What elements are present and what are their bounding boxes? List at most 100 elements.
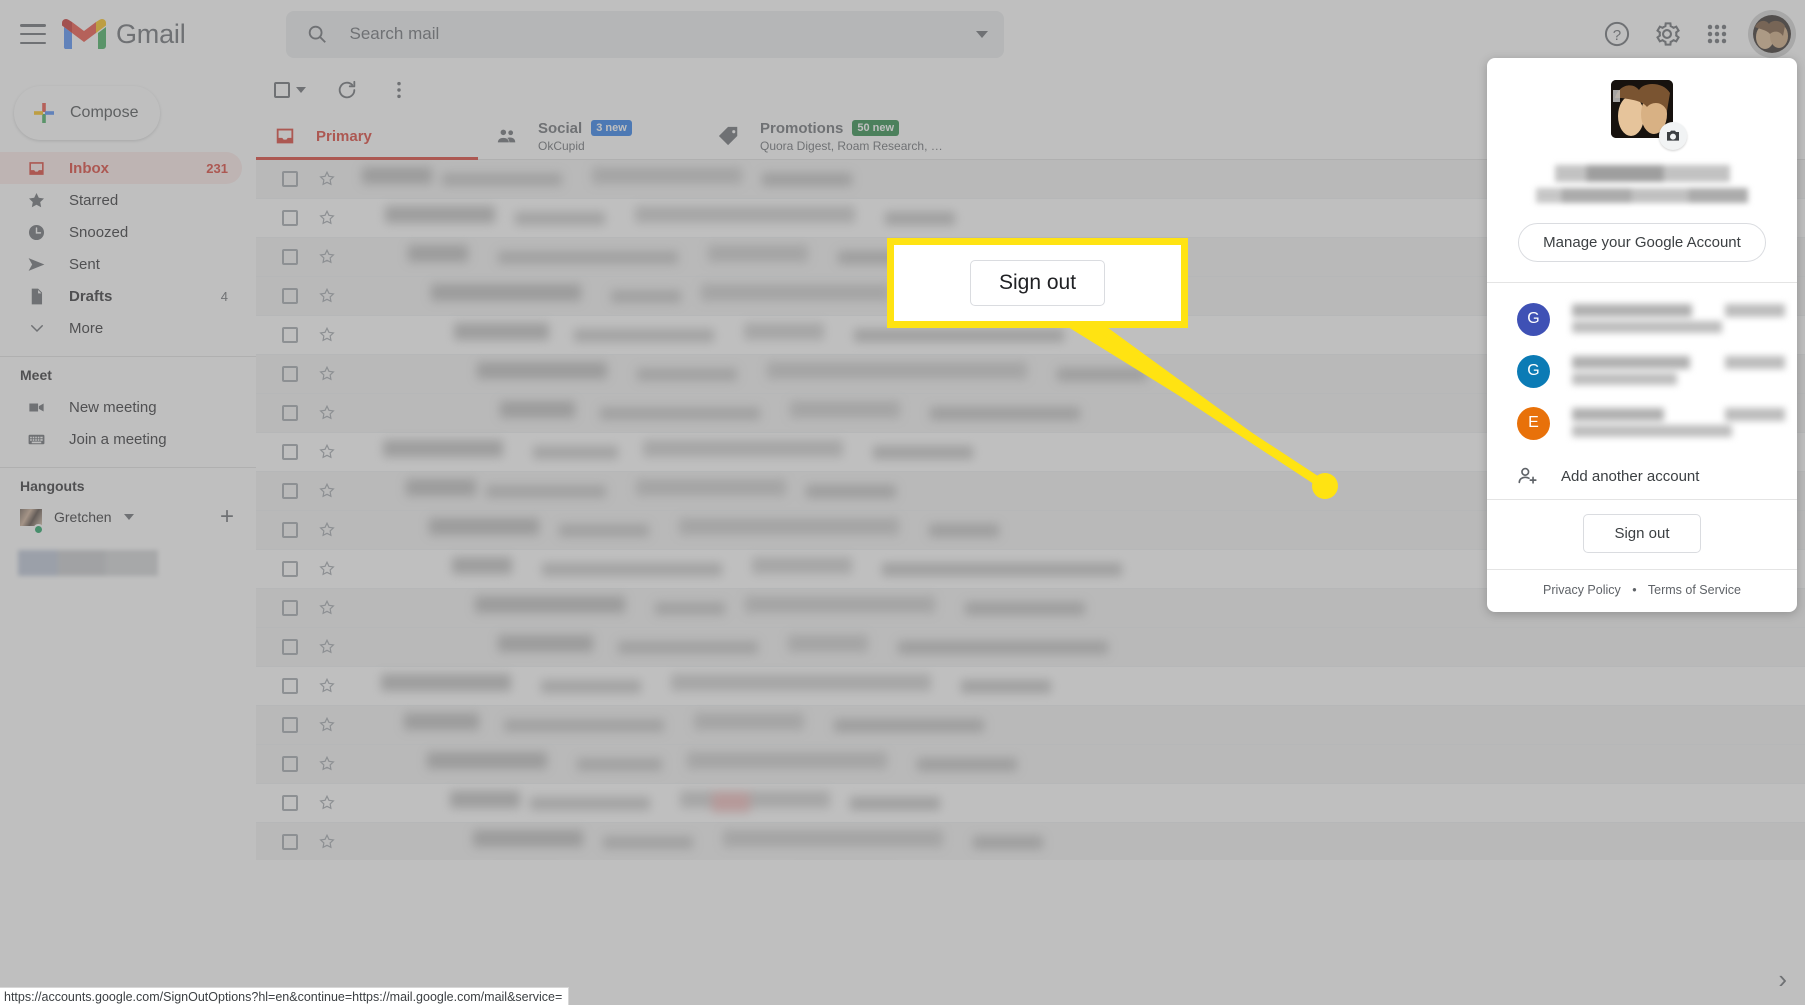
sidebar-divider-1 [0,356,256,357]
row-checkbox[interactable] [282,483,298,499]
gear-icon[interactable] [1653,20,1681,48]
manage-google-account-button[interactable]: Manage your Google Account [1518,223,1766,262]
table-row[interactable] [256,784,1805,823]
row-checkbox[interactable] [282,405,298,421]
account-row[interactable]: G [1487,293,1797,345]
row-checkbox[interactable] [282,210,298,226]
star-icon[interactable] [318,443,336,461]
star-icon[interactable] [318,248,336,266]
star-icon[interactable] [318,521,336,539]
sidebar-item-join-meeting[interactable]: Join a meeting [0,423,242,455]
row-checkbox[interactable] [282,522,298,538]
star-icon [26,190,47,211]
search-bar[interactable] [285,10,1004,58]
svg-text:?: ? [1613,27,1621,44]
terms-of-service-link[interactable]: Terms of Service [1648,583,1741,597]
tab-social[interactable]: Social 3 new OkCupid [478,112,700,160]
account-switch-list: GGE [1487,283,1797,453]
table-row[interactable] [256,706,1805,745]
hangouts-user-name: Gretchen [54,509,112,525]
plus-icon[interactable]: + [220,505,234,529]
row-checkbox[interactable] [282,795,298,811]
tab-label-social: Social [538,119,583,137]
sidebar-item-inbox[interactable]: Inbox 231 [0,152,242,184]
star-icon[interactable] [318,755,336,773]
compose-button[interactable]: Compose [14,86,160,140]
chevron-down-icon[interactable] [296,87,306,93]
add-another-account-button[interactable]: Add another account [1487,453,1797,499]
select-all-checkbox[interactable] [274,82,306,98]
sidebar-item-snoozed[interactable]: Snoozed [0,216,242,248]
privacy-policy-link[interactable]: Privacy Policy [1543,583,1621,597]
table-row[interactable] [256,823,1805,860]
row-checkbox[interactable] [282,600,298,616]
star-icon[interactable] [318,599,336,617]
row-content-blurred [362,628,1805,667]
row-checkbox[interactable] [282,249,298,265]
sidebar-item-new-meeting[interactable]: New meeting [0,391,242,423]
tab-primary[interactable]: Primary [256,112,478,160]
table-row[interactable] [256,667,1805,706]
keyboard-icon [26,429,47,450]
sidebar-item-starred[interactable]: Starred [0,184,242,216]
chevron-right-icon[interactable]: › [1778,964,1787,995]
row-checkbox[interactable] [282,678,298,694]
hangouts-conversation-blurred[interactable] [18,550,158,576]
star-icon[interactable] [318,560,336,578]
row-checkbox[interactable] [282,288,298,304]
row-checkbox[interactable] [282,834,298,850]
sidebar-item-more[interactable]: More [0,312,242,344]
star-icon[interactable] [318,209,336,227]
chevron-down-icon[interactable] [123,514,134,520]
hangouts-user-row[interactable]: Gretchen + [0,502,256,535]
row-checkbox[interactable] [282,171,298,187]
more-vertical-icon[interactable] [388,79,410,101]
account-row[interactable]: G [1487,345,1797,397]
star-icon[interactable] [318,326,336,344]
row-checkbox[interactable] [282,756,298,772]
star-icon[interactable] [318,365,336,383]
chevron-down-icon[interactable] [975,30,988,38]
account-menu-panel: Manage your Google Account GGE Add anoth… [1487,58,1797,612]
star-icon[interactable] [318,287,336,305]
tab-label-promotions: Promotions [760,119,844,137]
sidebar-label-sent: Sent [69,255,100,273]
table-row[interactable] [256,745,1805,784]
star-icon[interactable] [318,404,336,422]
star-icon[interactable] [318,170,336,188]
row-checkbox[interactable] [282,327,298,343]
account-name-blurred [1554,165,1730,182]
row-checkbox[interactable] [282,366,298,382]
account-initial-avatar: G [1517,354,1550,388]
star-icon[interactable] [318,794,336,812]
search-input[interactable] [349,24,976,44]
gmail-logo-icon [62,19,106,49]
table-row[interactable] [256,628,1805,667]
refresh-icon[interactable] [336,79,358,101]
star-icon[interactable] [318,716,336,734]
star-icon[interactable] [318,677,336,695]
sidebar-item-sent[interactable]: Sent [0,248,242,280]
account-row[interactable]: E [1487,397,1797,449]
apps-grid-icon[interactable] [1703,20,1731,48]
inbox-icon [26,158,47,179]
row-checkbox[interactable] [282,717,298,733]
row-checkbox[interactable] [282,444,298,460]
star-icon[interactable] [318,833,336,851]
help-icon[interactable]: ? [1603,20,1631,48]
star-icon[interactable] [318,638,336,656]
sign-out-button[interactable]: Sign out [1583,514,1701,553]
sidebar-count-inbox: 231 [206,160,228,176]
row-checkbox[interactable] [282,561,298,577]
sidebar-item-drafts[interactable]: Drafts 4 [0,280,242,312]
camera-icon[interactable] [1659,122,1687,150]
sidebar-divider-2 [0,467,256,468]
row-content-blurred [362,784,1805,823]
star-icon[interactable] [318,482,336,500]
tab-subtitle-promotions: Quora Digest, Roam Research, … [760,138,943,153]
row-checkbox[interactable] [282,639,298,655]
hamburger-icon[interactable] [20,24,46,44]
gmail-brand[interactable]: Gmail [62,17,186,51]
avatar[interactable] [1753,15,1791,53]
tab-promotions[interactable]: Promotions 50 new Quora Digest, Roam Res… [700,112,943,160]
